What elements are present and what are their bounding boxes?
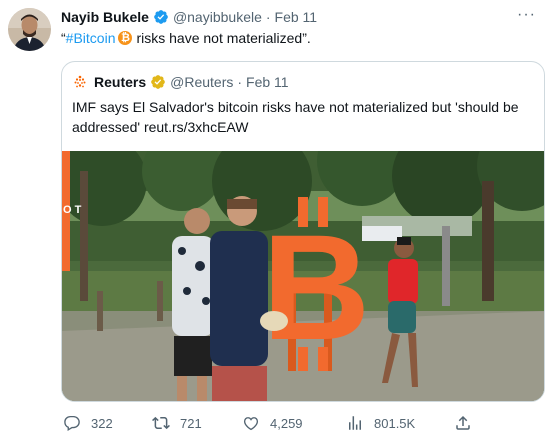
author-name[interactable]: Nayib Bukele [61,9,149,25]
retweet-icon [152,416,170,430]
views-count: 801.5K [374,415,416,431]
bitcoin-sculpture: B [262,197,370,371]
reply-button[interactable]: 322 [63,414,113,432]
verified-gold-badge-icon [150,74,166,90]
reply-icon [64,415,80,432]
heart-icon [243,417,259,431]
separator-dot: · [237,74,243,90]
person-left [172,208,214,401]
retweet-count: 721 [180,415,202,431]
quoted-tweet-date[interactable]: Feb 11 [246,74,289,90]
tweet-header: Nayib Bukele @nayibbukele · Feb 11 [61,9,317,25]
reply-count: 322 [91,415,113,431]
tweet-photo[interactable]: O T B [62,151,545,402]
quoted-tweet-text: IMF says El Salvador's bitcoin risks hav… [72,99,519,135]
hashtag-link[interactable]: #Bitcoin [66,30,116,46]
quoted-tweet-header: Reuters @Reuters · Feb 11 [72,74,289,90]
avatar[interactable] [8,8,51,51]
tweet-text-rest: risks have not materialized”. [136,30,311,46]
views-button[interactable]: 801.5K [346,414,415,432]
views-icon [349,416,361,430]
retweet-button[interactable]: 721 [152,414,202,432]
like-count: 4,259 [270,415,303,431]
share-icon [456,415,470,430]
bitcoin-emoji-icon: ₿ [118,31,133,45]
photo-sign-text: O T [63,204,82,216]
reuters-logo-icon [72,74,88,90]
tweet-text: “ #Bitcoin ₿ risks have not materialized… [61,30,311,46]
tweet-actions: 322 721 4,259 801.5K [61,414,541,434]
like-button[interactable]: 4,259 [242,414,303,432]
share-button[interactable] [454,414,482,432]
quoted-tweet[interactable]: Reuters @Reuters · Feb 11 IMF says El Sa… [61,61,545,402]
more-options-icon[interactable]: ··· [517,6,536,24]
quoted-author-handle[interactable]: @Reuters [170,74,233,90]
author-handle[interactable]: @nayibbukele [173,9,262,25]
quoted-author-name[interactable]: Reuters [94,74,146,90]
avatar-image [8,8,51,51]
bitcoin-sign-letter: B [262,203,370,371]
separator-dot: · [265,9,271,25]
tweet-date[interactable]: Feb 11 [275,9,318,25]
verified-badge-icon [153,9,169,25]
